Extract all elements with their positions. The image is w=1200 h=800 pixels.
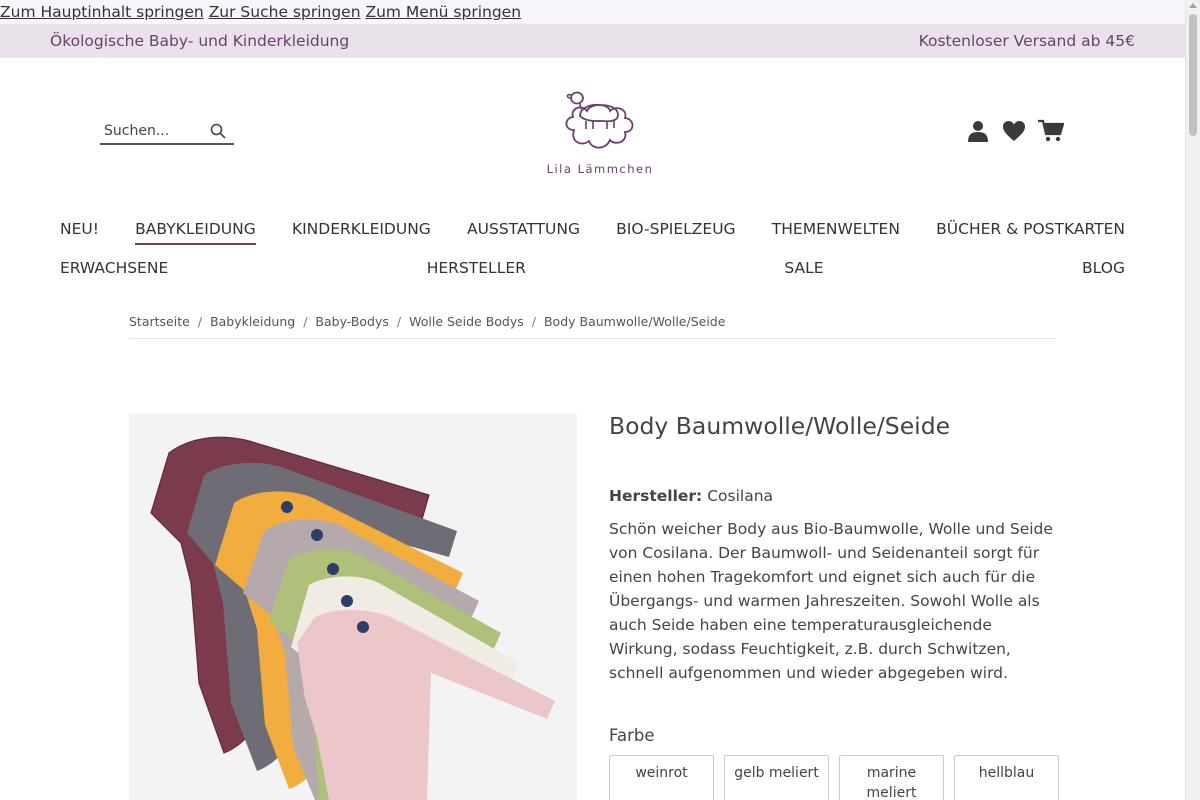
color-options: weinrot gelb meliert marine meliert hell… <box>609 755 1059 800</box>
breadcrumb-separator: / <box>303 314 308 329</box>
skip-to-menu-link[interactable]: Zum Menü springen <box>365 3 521 21</box>
color-option-gelb-meliert[interactable]: gelb meliert <box>724 755 829 800</box>
top-info-bar: Ökologische Baby- und Kinderkleidung Kos… <box>0 24 1185 58</box>
logo[interactable]: Lila Lämmchen <box>540 84 660 184</box>
lamb-cloud-logo-icon <box>565 91 634 149</box>
nav-item-blog[interactable]: BLOG <box>1082 255 1125 281</box>
manufacturer-name[interactable]: Cosilana <box>707 487 773 505</box>
color-option-marine-meliert[interactable]: marine meliert <box>839 755 944 800</box>
nav-row-1: NEU! BABYKLEIDUNG KINDERKLEIDUNG AUSSTAT… <box>60 216 1125 245</box>
product-info: Body Baumwolle/Wolle/Seide Hersteller: C… <box>609 410 1059 800</box>
nav-item-sale[interactable]: SALE <box>784 255 823 281</box>
nav-item-buecher-postkarten[interactable]: BÜCHER & POSTKARTEN <box>936 216 1125 242</box>
product-title: Body Baumwolle/Wolle/Seide <box>609 412 951 440</box>
search-icon[interactable] <box>210 123 226 139</box>
skip-to-search-link[interactable]: Zur Suche springen <box>209 3 361 21</box>
breadcrumb: Startseite / Babykleidung / Baby-Bodys /… <box>129 314 1056 339</box>
breadcrumb-item-current: Body Baumwolle/Wolle/Seide <box>543 314 726 329</box>
breadcrumb-item-babykleidung[interactable]: Babykleidung <box>210 314 295 338</box>
product-manufacturer: Hersteller: Cosilana <box>609 485 1059 507</box>
header-icons <box>966 118 1065 144</box>
nav-item-babykleidung[interactable]: BABYKLEIDUNG <box>135 216 256 245</box>
nav-item-hersteller[interactable]: HERSTELLER <box>427 255 526 281</box>
search-box <box>100 120 234 145</box>
cart-icon[interactable] <box>1038 119 1065 143</box>
account-icon[interactable] <box>966 119 990 143</box>
nav-item-erwachsene[interactable]: ERWACHSENE <box>60 255 168 281</box>
wishlist-heart-icon[interactable] <box>1002 119 1026 143</box>
breadcrumb-item-baby-bodys[interactable]: Baby-Bodys <box>315 314 388 338</box>
search-input[interactable] <box>100 120 200 142</box>
nav-item-neu[interactable]: NEU! <box>60 216 99 242</box>
breadcrumb-item-startseite[interactable]: Startseite <box>129 314 190 338</box>
topbar-shipping-info: Kostenloser Versand ab 45€ <box>918 32 1135 50</box>
skip-to-main-link[interactable]: Zum Hauptinhalt springen <box>0 3 204 21</box>
topbar-tagline: Ökologische Baby- und Kinderkleidung <box>50 32 350 50</box>
nav-item-kinderkleidung[interactable]: KINDERKLEIDUNG <box>292 216 431 242</box>
nav-item-themenwelten[interactable]: THEMENWELTEN <box>772 216 900 242</box>
logo-text: Lila Lämmchen <box>546 162 654 176</box>
skip-links: Zum Hauptinhalt springen Zur Suche sprin… <box>0 0 1185 24</box>
color-option-hellblau[interactable]: hellblau <box>954 755 1059 800</box>
breadcrumb-separator: / <box>531 314 536 329</box>
scrollbar-thumb[interactable] <box>1189 14 1197 136</box>
breadcrumb-separator: / <box>197 314 203 329</box>
nav-item-ausstattung[interactable]: AUSSTATTUNG <box>467 216 580 242</box>
product-image[interactable] <box>129 413 577 800</box>
nav-item-bio-spielzeug[interactable]: BIO-SPIELZEUG <box>616 216 735 242</box>
manufacturer-label: Hersteller: <box>609 487 703 505</box>
nav-row-2: ERWACHSENE HERSTELLER SALE BLOG <box>60 255 1125 281</box>
color-option-weinrot[interactable]: weinrot <box>609 755 714 800</box>
product-description: Schön weicher Body aus Bio-Baumwolle, Wo… <box>609 520 1053 682</box>
page-scrollbar[interactable] <box>1185 0 1200 800</box>
breadcrumb-item-wolle-seide-bodys[interactable]: Wolle Seide Bodys <box>409 314 524 338</box>
main-navigation: NEU! BABYKLEIDUNG KINDERKLEIDUNG AUSSTAT… <box>60 216 1125 281</box>
scroll-up-arrow-icon[interactable] <box>1189 3 1197 8</box>
color-label: Farbe <box>609 726 655 745</box>
breadcrumb-separator: / <box>396 314 402 329</box>
stacked-bodies-photo <box>129 413 577 800</box>
